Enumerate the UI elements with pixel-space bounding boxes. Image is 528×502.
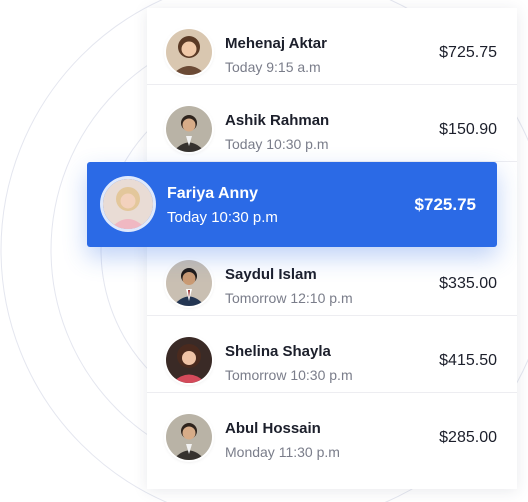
- contact-name: Ashik Rahman: [225, 112, 330, 129]
- transaction-time: Tomorrow 10:30 p.m: [225, 367, 353, 383]
- transaction-amount: $285.00: [439, 429, 497, 446]
- transaction-amount: $335.00: [439, 275, 497, 292]
- list-item[interactable]: Saydul Islam Tomorrow 12:10 p.m $335.00: [147, 239, 517, 316]
- transaction-time: Today 10:30 p.m: [225, 136, 329, 152]
- list-item-selected[interactable]: Fariya Anny Today 10:30 p.m $725.75: [87, 162, 497, 247]
- contact-name: Shelina Shayla: [225, 343, 331, 360]
- transaction-time: Today 9:15 a.m: [225, 59, 321, 75]
- avatar: [166, 414, 212, 460]
- avatar: [166, 29, 212, 75]
- avatar: [166, 106, 212, 152]
- list-item[interactable]: Abul Hossain Monday 11:30 p.m $285.00: [147, 393, 517, 470]
- avatar: [166, 337, 212, 383]
- contact-name: Fariya Anny: [167, 185, 258, 202]
- transaction-time: Today 10:30 p.m: [167, 209, 278, 226]
- contact-name: Saydul Islam: [225, 266, 317, 283]
- contact-name: Mehenaj Aktar: [225, 35, 327, 52]
- transaction-time: Tomorrow 12:10 p.m: [225, 290, 353, 306]
- avatar: [166, 260, 212, 306]
- list-item[interactable]: Shelina Shayla Tomorrow 10:30 p.m $415.5…: [147, 316, 517, 393]
- transaction-amount: $415.50: [439, 352, 497, 369]
- transaction-amount: $150.90: [439, 121, 497, 138]
- list-item[interactable]: Mehenaj Aktar Today 9:15 a.m $725.75: [147, 8, 517, 85]
- transaction-amount: $725.75: [439, 44, 497, 61]
- transaction-time: Monday 11:30 p.m: [225, 444, 340, 460]
- transaction-amount: $725.75: [414, 195, 476, 214]
- list-item[interactable]: Ashik Rahman Today 10:30 p.m $150.90: [147, 85, 517, 162]
- transaction-list: Mehenaj Aktar Today 9:15 a.m $725.75 Ash…: [147, 8, 517, 489]
- avatar: [103, 179, 153, 229]
- contact-name: Abul Hossain: [225, 420, 321, 437]
